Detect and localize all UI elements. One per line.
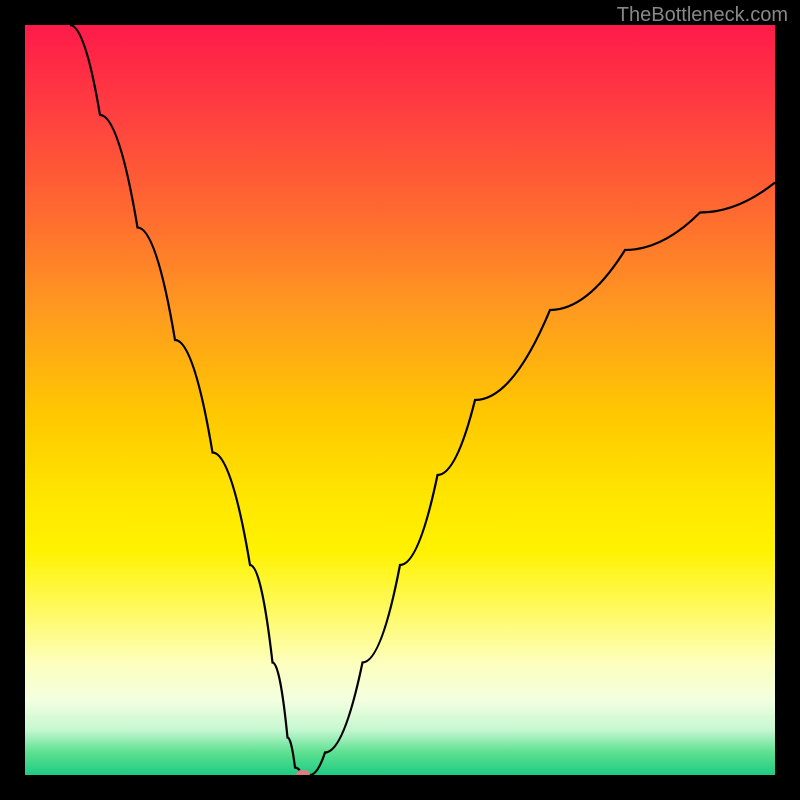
bottleneck-curve — [70, 25, 775, 775]
watermark-text: TheBottleneck.com — [617, 4, 788, 27]
chart-curve-svg — [25, 25, 775, 775]
optimal-point-marker — [296, 770, 310, 775]
chart-plot-area — [25, 25, 775, 775]
